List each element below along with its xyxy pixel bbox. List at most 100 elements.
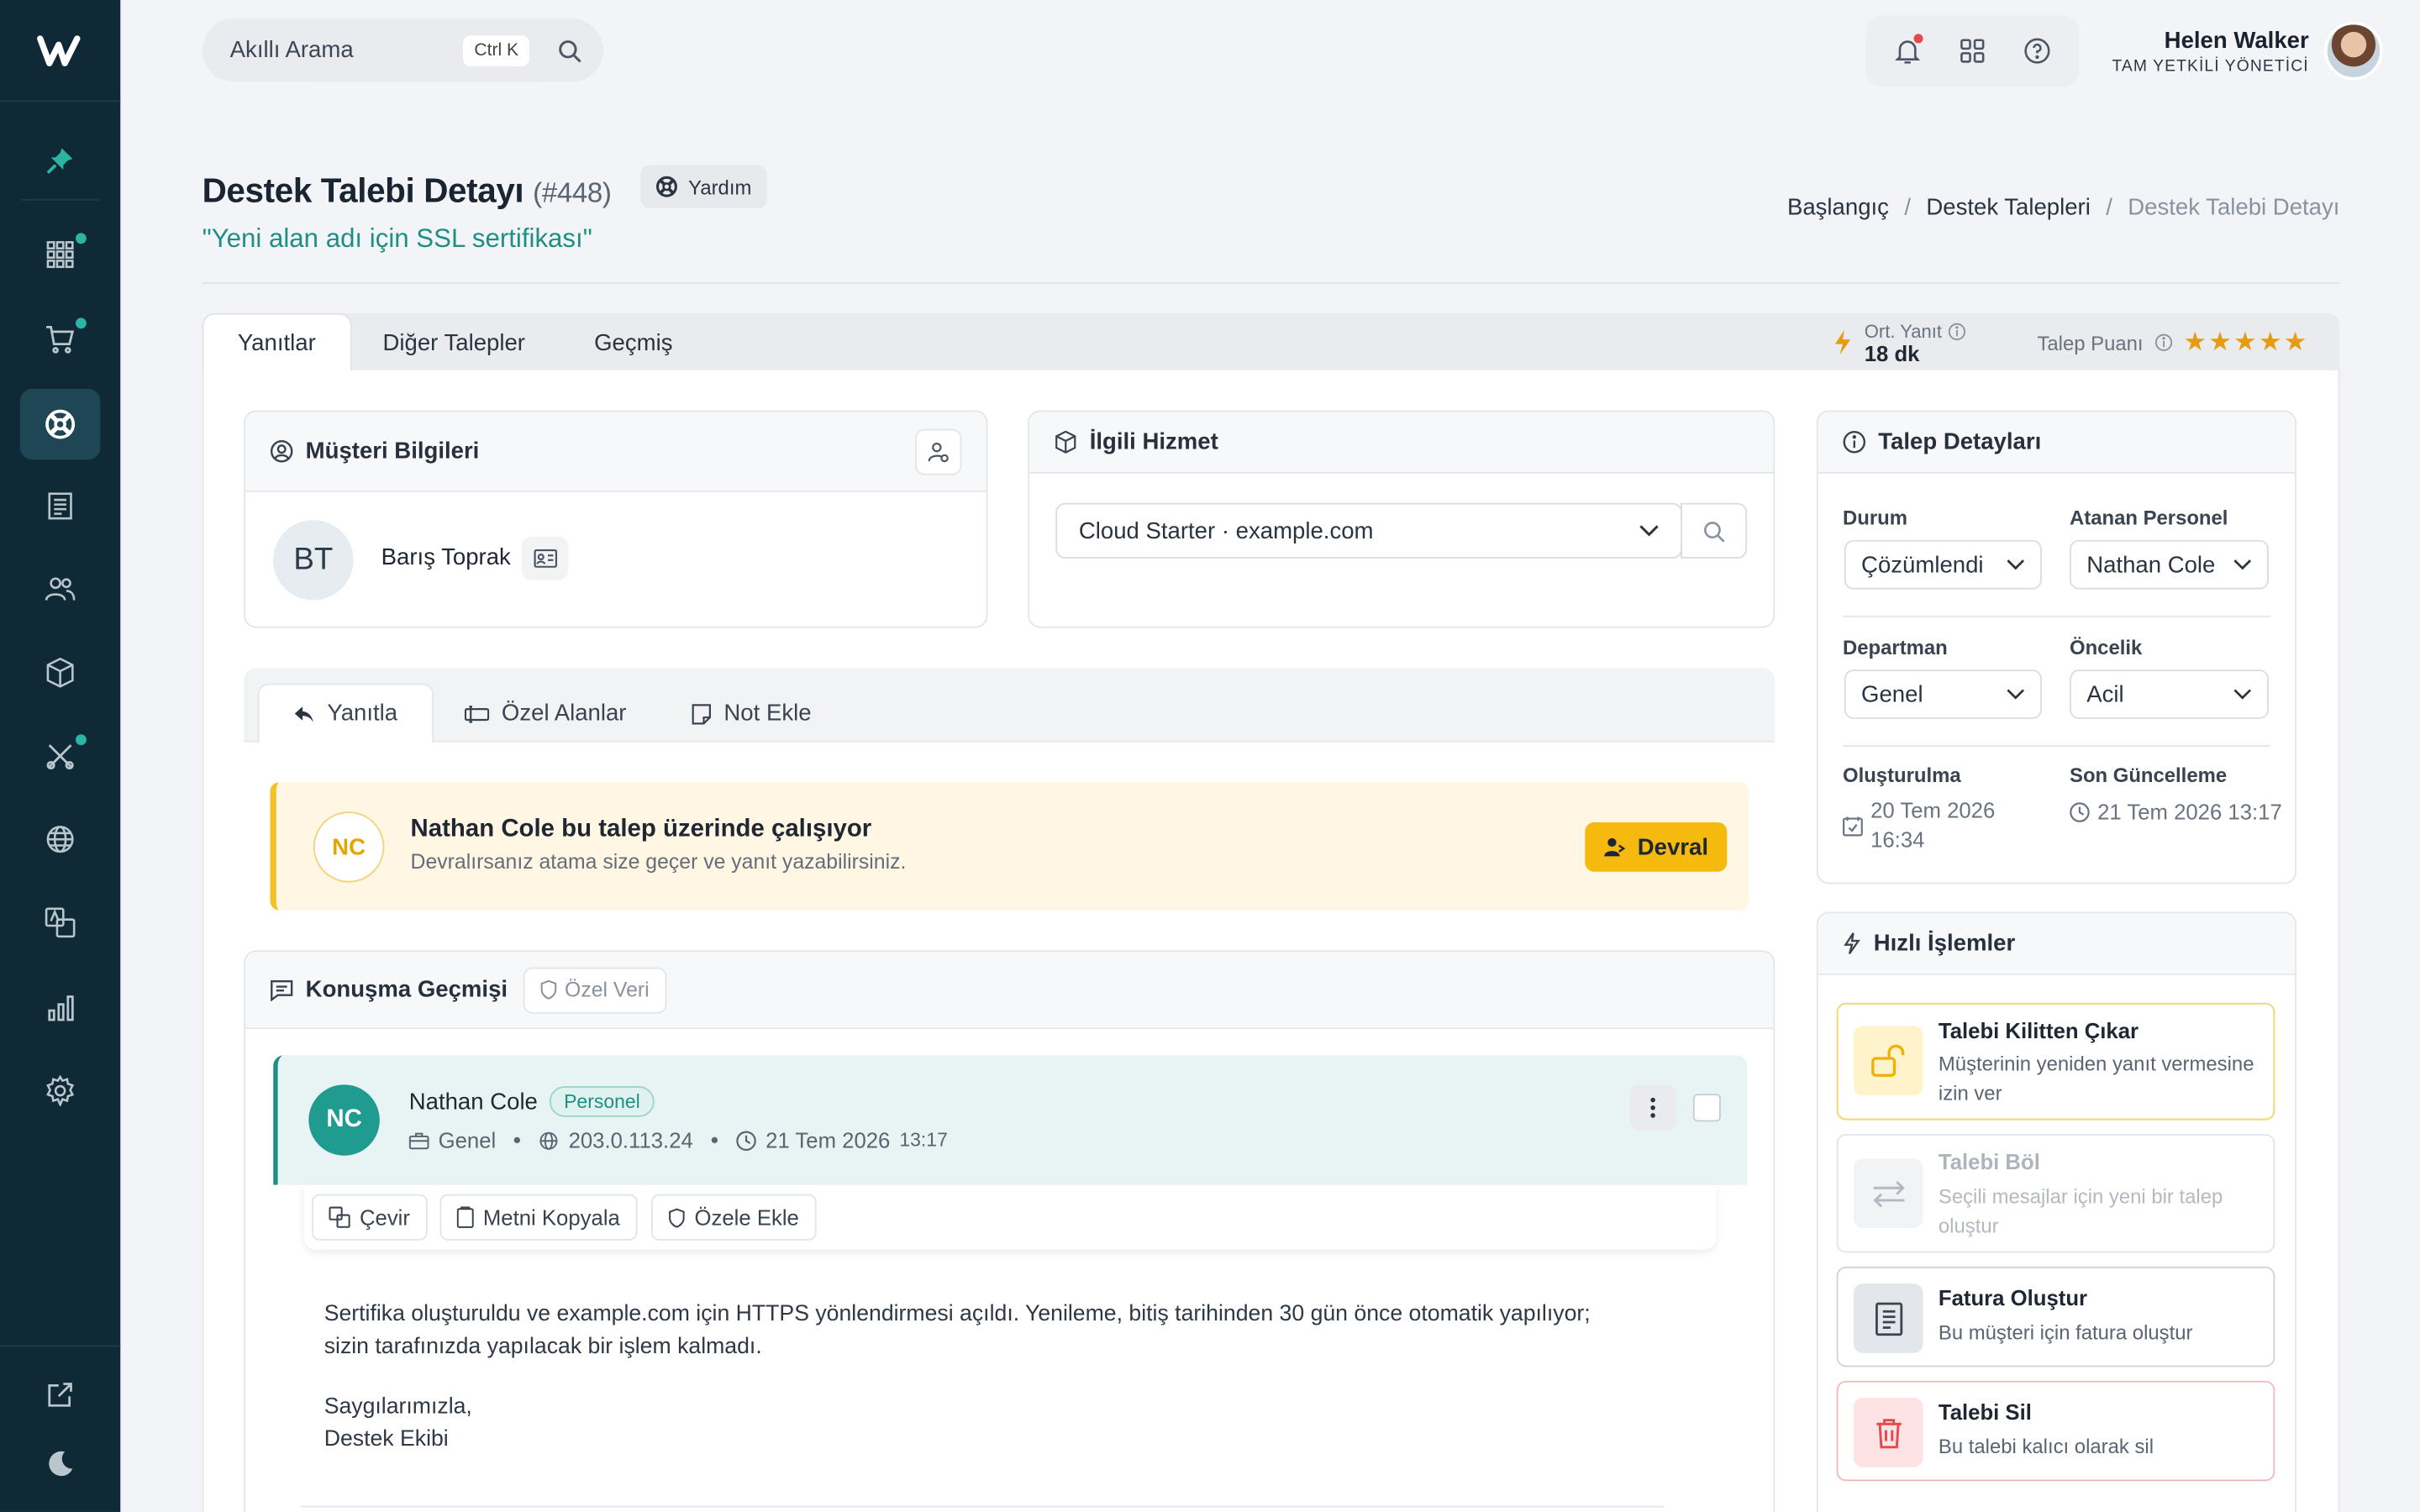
avg-response-metric: Ort. Yanıt 18 dk (1832, 313, 1966, 372)
department-select[interactable]: Genel (1844, 669, 2042, 719)
chevron-down-icon (2007, 689, 2025, 700)
reply-tabs: Yanıtla Özel Alanlar Not Ekle (244, 668, 1776, 744)
notification-dot (75, 734, 87, 746)
star-rating: ★★★★★ (2183, 327, 2309, 357)
help-button[interactable]: Yardım (640, 165, 767, 208)
take-over-label: Devral (1637, 833, 1708, 860)
user-circle-icon (270, 439, 293, 463)
more-options-icon[interactable] (1629, 1084, 1676, 1131)
page-title: Destek Talebi Detayı (#448) (203, 171, 612, 212)
page-title-text: Destek Talebi Detayı (202, 171, 524, 210)
quick-actions-title: Hızlı İşlemler (1873, 930, 2016, 957)
id-card-icon[interactable] (521, 537, 568, 580)
create-invoice-action[interactable]: Fatura Oluştur Bu müşteri için fatura ol… (1836, 1266, 2275, 1368)
priority-select[interactable]: Acil (2070, 669, 2269, 719)
sidebar-item-reports[interactable] (20, 972, 101, 1042)
private-data-label: Özel Veri (565, 978, 650, 1002)
clock-icon (736, 1130, 756, 1151)
notice-title: Nathan Cole bu talep üzerinde çalışıyor (410, 816, 872, 843)
message-select-checkbox[interactable] (1692, 1094, 1721, 1122)
customer-name[interactable]: Barış Toprak (381, 544, 511, 570)
sidebar-item-apps[interactable] (20, 219, 101, 290)
author-name: Nathan Cole (408, 1089, 538, 1116)
shield-icon (540, 979, 557, 1000)
translate-label: Çevir (359, 1205, 410, 1230)
info-icon (1843, 430, 1866, 454)
user-settings-icon[interactable] (915, 428, 962, 475)
notification-dot (1913, 34, 1923, 44)
user-info[interactable]: Helen Walker TAM YETKİLİ YÖNETİCİ (2112, 28, 2308, 76)
status-select[interactable]: Çözümlendi (1844, 539, 2042, 590)
notification-dot (75, 318, 87, 329)
sidebar-divider (0, 1345, 121, 1347)
sidebar-item-cart[interactable] (20, 304, 101, 375)
sidebar-item-support[interactable] (19, 388, 101, 460)
details-card-title: Talep Detayları (1878, 428, 2042, 455)
staff-select[interactable]: Nathan Cole (2070, 539, 2269, 590)
split-subtitle: Seçili mesajlar için yeni bir talep oluş… (1938, 1184, 2223, 1238)
split-title: Talebi Böl (1938, 1149, 2040, 1174)
chevron-down-icon (1639, 525, 1659, 537)
grid-icon[interactable] (1944, 24, 2000, 79)
tab-custom-fields[interactable]: Özel Alanlar (430, 684, 660, 744)
translate-button[interactable]: Çevir (312, 1194, 428, 1241)
help-icon[interactable] (2009, 24, 2065, 79)
created-label: Oluşturulma (1843, 764, 1961, 787)
private-data-button[interactable]: Özel Veri (523, 966, 666, 1013)
sidebar-item-domains[interactable] (20, 804, 101, 874)
delete-ticket-action[interactable]: Talebi Sil Bu talebi kalıcı olarak sil (1836, 1380, 2275, 1482)
author-avatar: NC (308, 1084, 380, 1156)
external-link-icon[interactable] (20, 1359, 101, 1430)
sidebar-item-users[interactable] (20, 554, 101, 624)
trash-icon (1853, 1398, 1923, 1467)
quick-actions-header: Hızlı İşlemler (1818, 913, 2296, 975)
search-input[interactable]: Akıllı Arama (230, 37, 464, 63)
search-icon[interactable] (548, 29, 591, 71)
clock-icon (2070, 802, 2090, 822)
unlock-icon (1853, 1026, 1923, 1096)
breadcrumb-tickets[interactable]: Destek Talepleri (1926, 194, 2091, 220)
tab-custom-fields-label: Özel Alanlar (501, 700, 627, 727)
search-bar[interactable]: Akıllı Arama Ctrl K (202, 18, 604, 82)
tab-replies[interactable]: Yanıtlar (202, 312, 352, 372)
message-ip: 203.0.113.24 (568, 1127, 693, 1153)
split-ticket-action[interactable]: Talebi Böl Seçili mesajlar için yeni bir… (1836, 1133, 2275, 1253)
assignment-notice: NC Nathan Cole bu talep üzerinde çalışıy… (270, 782, 1749, 911)
tab-other-tickets[interactable]: Diğer Talepler (383, 313, 525, 372)
add-private-button[interactable]: Özele Ekle (651, 1194, 817, 1241)
copy-text-button[interactable]: Metni Kopyala (439, 1194, 638, 1241)
chevron-down-icon (2007, 559, 2025, 570)
tab-reply[interactable]: Yanıtla (257, 683, 434, 744)
ticket-score-label: Talep Puanı (2037, 330, 2144, 354)
sidebar-item-invoices[interactable] (20, 470, 101, 541)
bell-icon[interactable] (1880, 24, 1935, 79)
pin-icon[interactable] (21, 120, 99, 201)
service-select[interactable]: Cloud Starter · example.com (1055, 502, 1683, 559)
tab-history[interactable]: Geçmiş (594, 313, 672, 372)
invoice-subtitle: Bu müşteri için fatura oluştur (1938, 1320, 2193, 1344)
unlock-ticket-action[interactable]: Talebi Kilitten Çıkar Müşterinin yeniden… (1836, 1002, 2275, 1121)
sidebar-item-settings[interactable] (20, 1055, 101, 1126)
unlock-title: Talebi Kilitten Çıkar (1938, 1018, 2139, 1043)
sidebar-item-products[interactable] (20, 638, 101, 708)
service-search-button[interactable] (1681, 502, 1748, 559)
staff-label: Atanan Personel (2070, 506, 2228, 529)
dark-mode-icon[interactable] (20, 1429, 101, 1499)
message-line: Destek Ekibi (324, 1426, 449, 1452)
tab-add-note[interactable]: Not Ekle (657, 684, 845, 744)
user-role: TAM YETKİLİ YÖNETİCİ (2112, 56, 2309, 76)
take-over-button[interactable]: Devral (1585, 822, 1728, 872)
sidebar-item-translate[interactable] (20, 887, 101, 958)
service-select-value: Cloud Starter · example.com (1078, 517, 1374, 544)
add-private-label: Özele Ekle (694, 1205, 799, 1230)
avatar[interactable] (2324, 21, 2383, 81)
message-time: 13:17 (899, 1129, 948, 1152)
sidebar-item-tools[interactable] (20, 721, 101, 791)
app-logo[interactable] (0, 0, 121, 102)
breadcrumb-home[interactable]: Başlangıç (1787, 194, 1889, 220)
delete-subtitle: Bu talebi kalıcı olarak sil (1938, 1435, 2154, 1458)
message-line: Sertifika oluşturuldu ve example.com içi… (324, 1302, 1591, 1327)
message-toolbar: Çevir Metni Kopyala Özele Ekle (303, 1184, 1717, 1250)
reply-icon (294, 706, 313, 722)
message-body: Sertifika oluşturuldu ve example.com içi… (324, 1299, 1682, 1456)
